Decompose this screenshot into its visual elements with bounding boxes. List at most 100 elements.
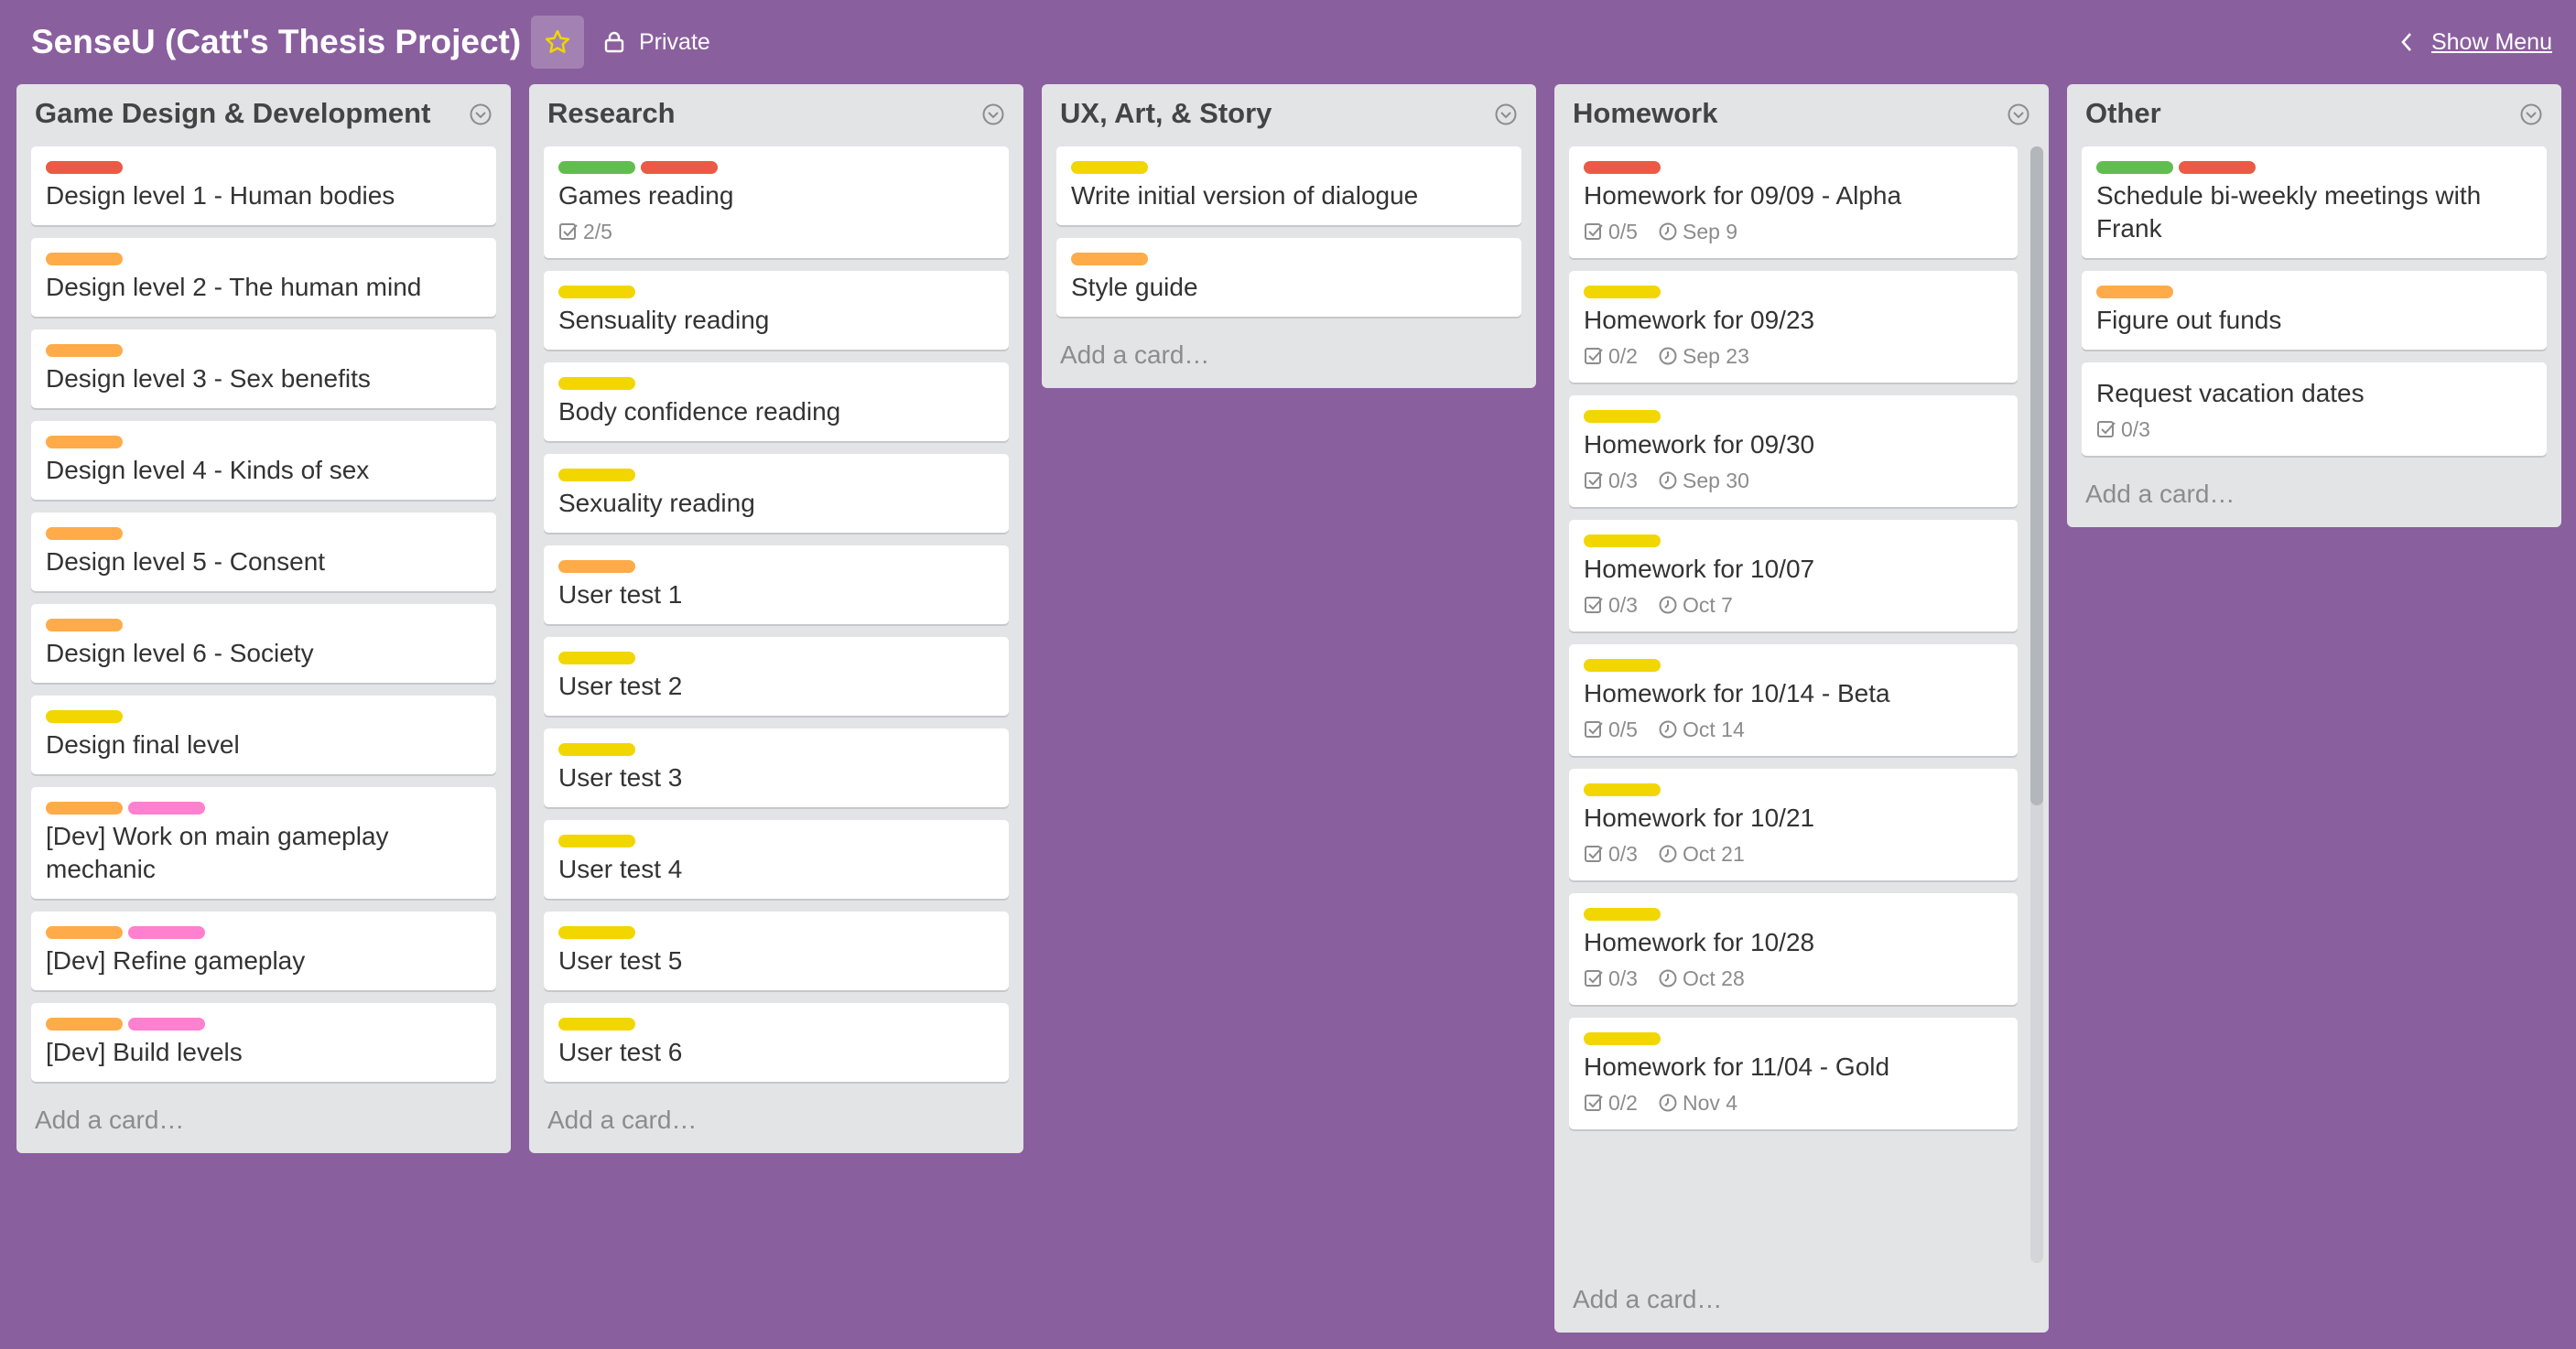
add-card-button[interactable]: Add a card… bbox=[1042, 329, 1536, 388]
card[interactable]: Homework for 09/30 0/3 Sep 30 bbox=[1569, 395, 2018, 507]
card[interactable]: Homework for 09/09 - Alpha 0/5 Sep 9 bbox=[1569, 146, 2018, 258]
card-list: Games reading 2/5 Sensuality reading Body c… bbox=[529, 146, 1023, 1082]
card-labels bbox=[558, 1018, 994, 1031]
label-yellow bbox=[1584, 534, 1661, 547]
card[interactable]: [Dev] Refine gameplay bbox=[31, 912, 496, 990]
card-title: User test 2 bbox=[558, 672, 683, 700]
list-title[interactable]: Research bbox=[547, 97, 676, 130]
card-labels bbox=[1584, 783, 2003, 796]
card-labels bbox=[558, 377, 994, 390]
card[interactable]: Homework for 10/14 - Beta 0/5 Oct 14 bbox=[1569, 644, 2018, 756]
label-pink bbox=[128, 926, 205, 939]
clock-icon bbox=[1659, 969, 1677, 987]
card[interactable]: Design level 3 - Sex benefits bbox=[31, 329, 496, 408]
checklist-badge: 0/3 bbox=[2096, 417, 2150, 442]
card[interactable]: Body confidence reading bbox=[544, 362, 1009, 441]
card[interactable]: Schedule bi-weekly meetings with Frank bbox=[2082, 146, 2547, 258]
card-labels bbox=[46, 1018, 482, 1031]
card[interactable]: Design level 2 - The human mind bbox=[31, 238, 496, 317]
card[interactable]: Design final level bbox=[31, 696, 496, 774]
list-header: Homework bbox=[1554, 84, 2049, 146]
card[interactable]: Figure out funds bbox=[2082, 271, 2547, 350]
card[interactable]: Homework for 10/07 0/3 Oct 7 bbox=[1569, 520, 2018, 631]
card[interactable]: Homework for 10/21 0/3 Oct 21 bbox=[1569, 769, 2018, 880]
checklist-count: 0/3 bbox=[1608, 966, 1638, 990]
card-title: Homework for 10/07 bbox=[1584, 555, 1815, 583]
scrollbar-thumb[interactable] bbox=[2030, 146, 2043, 805]
star-icon bbox=[545, 29, 570, 53]
card[interactable]: User test 1 bbox=[544, 545, 1009, 624]
card-badges: 0/2 Nov 4 bbox=[1584, 1089, 2003, 1117]
due-date: Sep 23 bbox=[1682, 343, 1749, 368]
add-card-button[interactable]: Add a card… bbox=[2067, 469, 2561, 527]
chevron-left-icon bbox=[2401, 33, 2411, 51]
show-menu-button[interactable]: Show Menu bbox=[2400, 20, 2552, 64]
checklist-badge: 0/3 bbox=[1584, 593, 1638, 618]
list-title[interactable]: UX, Art, & Story bbox=[1060, 97, 1272, 130]
card[interactable]: Design level 1 - Human bodies bbox=[31, 146, 496, 225]
card-title: Schedule bi-weekly meetings with Frank bbox=[2096, 181, 2482, 243]
list-menu-button[interactable] bbox=[2007, 103, 2030, 126]
card[interactable]: User test 3 bbox=[544, 728, 1009, 807]
list-title[interactable]: Game Design & Development bbox=[35, 97, 430, 130]
label-red bbox=[1584, 161, 1661, 174]
star-button[interactable] bbox=[531, 16, 584, 69]
card-title: Request vacation dates bbox=[2096, 379, 2365, 407]
card-title: Homework for 11/04 - Gold bbox=[1584, 1052, 1890, 1081]
add-card-button[interactable]: Add a card… bbox=[529, 1095, 1023, 1153]
list-title[interactable]: Homework bbox=[1573, 97, 1717, 130]
add-card-button[interactable]: Add a card… bbox=[1554, 1274, 2049, 1333]
list-menu-button[interactable] bbox=[469, 103, 492, 126]
card-badges: 0/3 Sep 30 bbox=[1584, 467, 2003, 494]
card[interactable]: Request vacation dates 0/3 bbox=[2082, 362, 2547, 456]
card-title: [Dev] Build levels bbox=[46, 1038, 243, 1066]
list-menu-button[interactable] bbox=[1494, 103, 1518, 126]
card-title: User test 5 bbox=[558, 946, 683, 975]
board-title[interactable]: SenseU (Catt's Thesis Project) bbox=[31, 18, 521, 66]
card[interactable]: User test 5 bbox=[544, 912, 1009, 990]
label-yellow bbox=[558, 377, 635, 390]
label-yellow bbox=[558, 286, 635, 298]
label-orange bbox=[46, 619, 123, 631]
card[interactable]: User test 6 bbox=[544, 1003, 1009, 1082]
card[interactable]: Homework for 09/23 0/2 Sep 23 bbox=[1569, 271, 2018, 383]
checklist-count: 0/3 bbox=[1608, 592, 1638, 617]
card-labels bbox=[1584, 161, 2003, 174]
card[interactable]: User test 2 bbox=[544, 637, 1009, 716]
card[interactable]: Sexuality reading bbox=[544, 454, 1009, 533]
list-menu-button[interactable] bbox=[2519, 103, 2543, 126]
list-menu-button[interactable] bbox=[981, 103, 1005, 126]
card-badges: 0/2 Sep 23 bbox=[1584, 342, 2003, 370]
label-orange bbox=[46, 1018, 123, 1031]
card[interactable]: User test 4 bbox=[544, 820, 1009, 899]
card-title: [Dev] Refine gameplay bbox=[46, 946, 306, 975]
card[interactable]: Homework for 11/04 - Gold 0/2 Nov 4 bbox=[1569, 1018, 2018, 1129]
visibility-label: Private bbox=[639, 28, 710, 55]
due-date: Oct 21 bbox=[1682, 841, 1745, 866]
card[interactable]: Design level 5 - Consent bbox=[31, 513, 496, 591]
card-title: Homework for 10/14 - Beta bbox=[1584, 679, 1890, 707]
card[interactable]: Write initial version of dialogue bbox=[1056, 146, 1521, 225]
show-menu-label: Show Menu bbox=[2430, 28, 2552, 55]
checklist-count: 0/3 bbox=[1608, 841, 1638, 866]
label-orange bbox=[46, 926, 123, 939]
card-labels bbox=[1584, 534, 2003, 547]
checklist-badge: 0/2 bbox=[1584, 344, 1638, 369]
card[interactable]: [Dev] Build levels bbox=[31, 1003, 496, 1082]
card[interactable]: Design level 4 - Kinds of sex bbox=[31, 421, 496, 500]
card[interactable]: Sensuality reading bbox=[544, 271, 1009, 350]
card-title: Design level 3 - Sex benefits bbox=[46, 364, 371, 393]
card-title: Design level 5 - Consent bbox=[46, 547, 326, 576]
add-card-button[interactable]: Add a card… bbox=[16, 1095, 511, 1153]
card[interactable]: Design level 6 - Society bbox=[31, 604, 496, 683]
card[interactable]: [Dev] Work on main gameplay mechanic bbox=[31, 787, 496, 899]
card-badges: 0/5 Sep 9 bbox=[1584, 218, 2003, 245]
card[interactable]: Games reading 2/5 bbox=[544, 146, 1009, 258]
checklist-icon bbox=[2097, 421, 2116, 437]
visibility-button[interactable]: Private bbox=[604, 20, 710, 64]
list-scrollbar[interactable] bbox=[2030, 146, 2043, 1263]
card-labels bbox=[558, 926, 994, 939]
list-title[interactable]: Other bbox=[2085, 97, 2161, 130]
card[interactable]: Style guide bbox=[1056, 238, 1521, 317]
card[interactable]: Homework for 10/28 0/3 Oct 28 bbox=[1569, 893, 2018, 1005]
